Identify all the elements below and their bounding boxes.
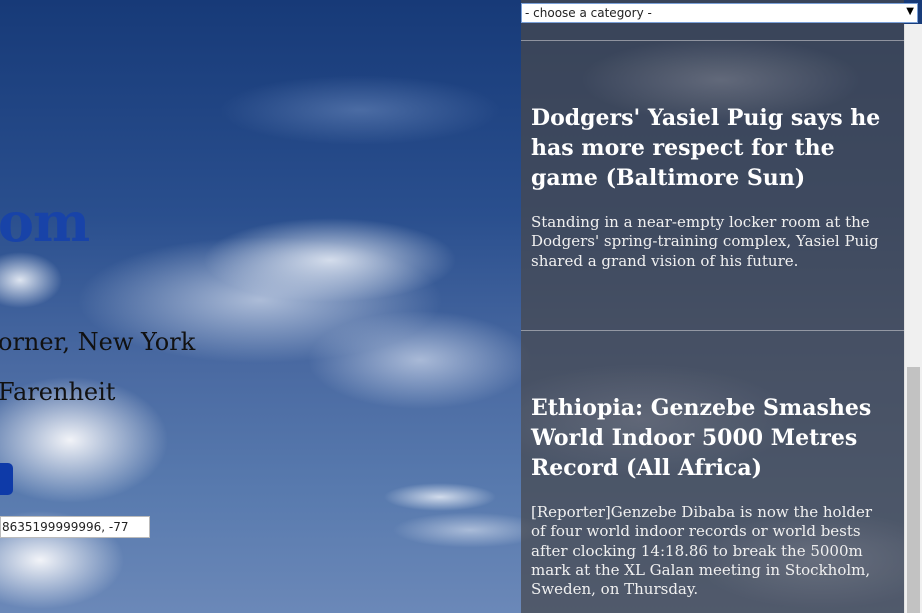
article-divider [521, 40, 904, 41]
chevron-down-icon: ▼ [906, 6, 914, 17]
category-select-value: - choose a category - [525, 6, 652, 20]
news-panel: Dodgers' Yasiel Puig says he has more re… [521, 0, 904, 613]
article-divider [521, 330, 904, 331]
article-title[interactable]: Ethiopia: Genzebe Smashes World Indoor 5… [531, 393, 891, 483]
temperature-unit-text: Farenheit [0, 378, 116, 406]
article-summary: [Reporter]Genzebe Dibaba is now the hold… [531, 503, 873, 599]
scrollbar[interactable] [904, 24, 922, 613]
locate-button[interactable] [0, 463, 13, 495]
site-title: om [0, 190, 90, 254]
article-title[interactable]: Dodgers' Yasiel Puig says he has more re… [531, 103, 891, 193]
coordinates-field[interactable]: 8635199999996, -77 [0, 516, 150, 538]
weather-section: om orner, New York Farenheit 86351999999… [0, 0, 520, 613]
news-article[interactable]: Ethiopia: Genzebe Smashes World Indoor 5… [531, 393, 891, 599]
scrollbar-thumb[interactable] [907, 367, 920, 613]
location-text: orner, New York [0, 328, 196, 356]
article-summary: Standing in a near-empty locker room at … [531, 213, 879, 270]
news-article[interactable]: Dodgers' Yasiel Puig says he has more re… [531, 103, 891, 271]
category-select[interactable]: - choose a category - ▼ [521, 3, 918, 23]
